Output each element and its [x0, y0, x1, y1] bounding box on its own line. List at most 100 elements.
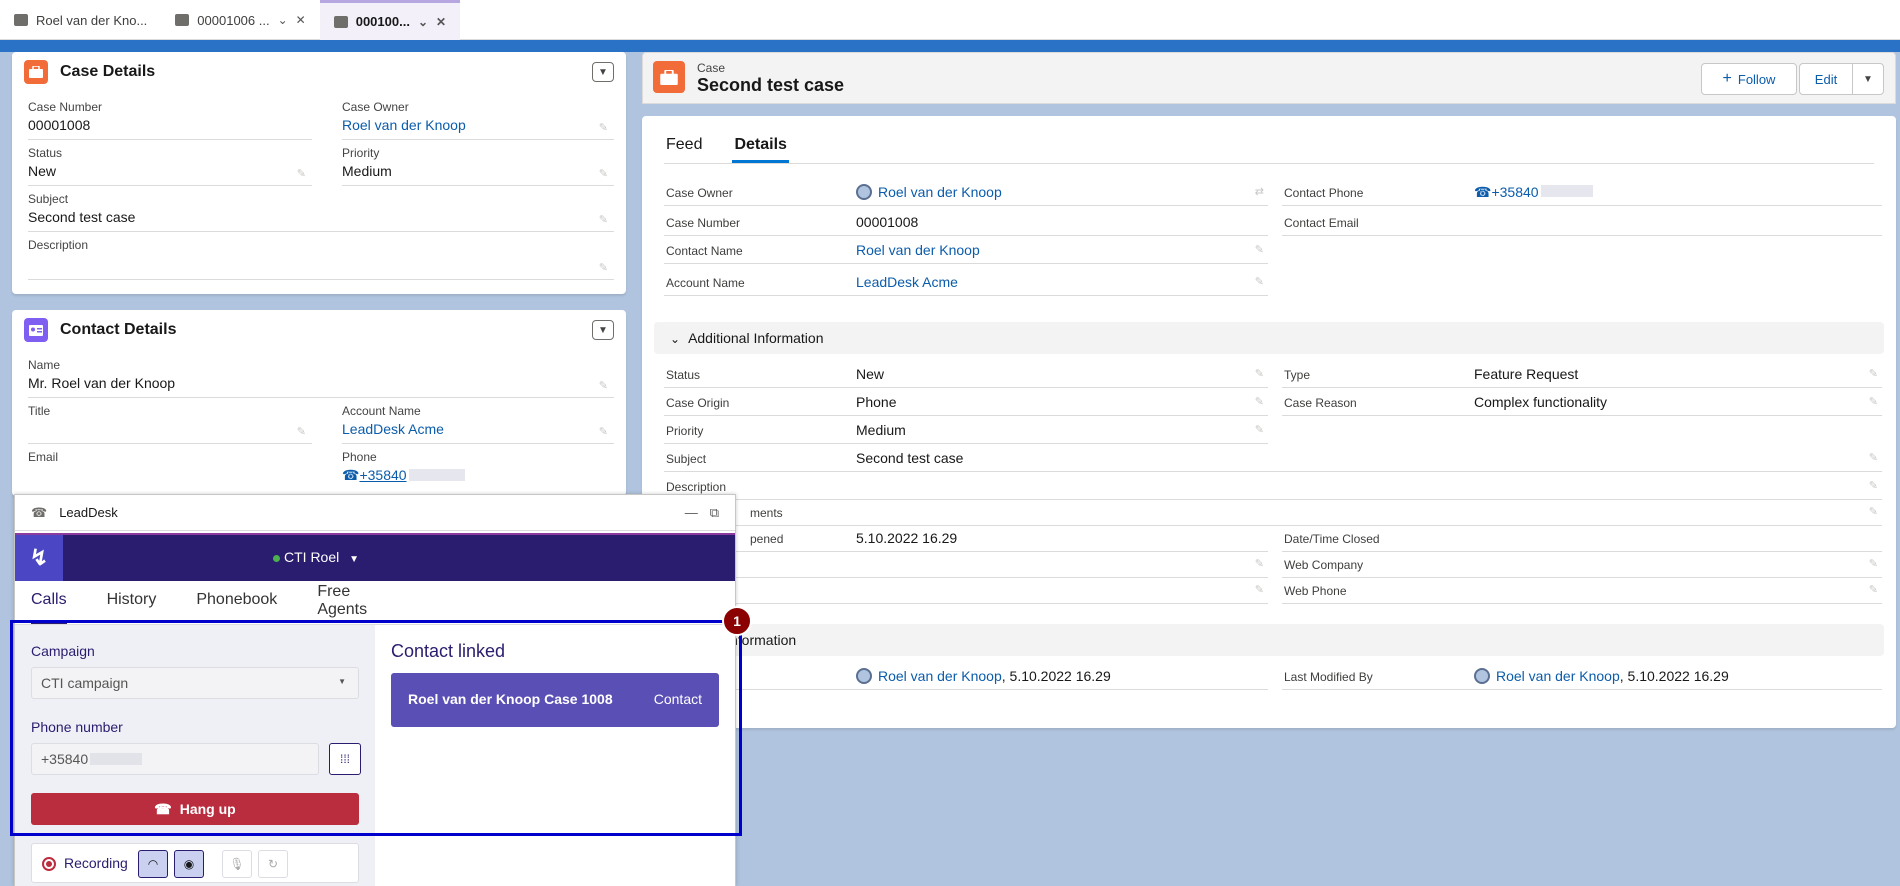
pencil-icon[interactable]: ✎ [1869, 451, 1878, 464]
row-value: Complex functionality [1474, 394, 1608, 410]
pencil-icon[interactable]: ✎ [1869, 557, 1878, 570]
pencil-icon[interactable]: ✎ [599, 261, 608, 274]
status-field: Status New ✎ [28, 146, 312, 186]
pencil-icon[interactable]: ✎ [1869, 479, 1878, 492]
phone-link[interactable]: ☎+35840 [342, 467, 614, 484]
record-object-label: Case [697, 61, 726, 75]
record-details-panel: Feed Details Case Owner Roel van der Kno… [642, 116, 1896, 728]
row-label: ments [750, 506, 783, 520]
annotation-highlight-box [10, 620, 742, 836]
row-label: Status [666, 368, 701, 382]
pencil-icon[interactable]: ✎ [1869, 395, 1878, 408]
agent-status-dropdown[interactable]: CTI Roel ▼ [273, 549, 359, 565]
field-value: New [28, 163, 57, 179]
tab-phonebook[interactable]: Phonebook [196, 581, 277, 624]
phone-icon: ☎ [31, 504, 48, 520]
pencil-icon[interactable]: ✎ [297, 167, 306, 180]
tab-label: Roel van der Kno... [36, 12, 148, 28]
case-owner-link[interactable]: Roel van der Knoop [856, 184, 1002, 200]
minimize-icon[interactable]: — [685, 505, 698, 520]
tab-details[interactable]: Details [732, 128, 789, 163]
phone-icon: ☎ [1474, 184, 1492, 200]
created-by-link[interactable]: Roel van der Knoop [878, 668, 1002, 684]
chevron-down-icon[interactable]: ⌄ [278, 13, 288, 27]
case-owner-link[interactable]: Roel van der Knoop [342, 117, 614, 133]
section-title: Additional Information [688, 330, 824, 346]
detail-row-contact-phone: Contact Phone ☎+35840 [1282, 180, 1882, 206]
pencil-icon[interactable]: ✎ [1869, 367, 1878, 380]
account-link[interactable]: LeadDesk Acme [342, 421, 614, 437]
tab-feed[interactable]: Feed [664, 128, 704, 163]
detail-row-web-phone: Web Phone ✎ [1282, 578, 1882, 604]
system-info-section[interactable]: nformation [654, 624, 1884, 656]
tab-case-1006[interactable]: 00001006 ... ⌄ ✕ [161, 0, 319, 40]
pencil-icon[interactable]: ✎ [599, 167, 608, 180]
pencil-icon[interactable]: ✎ [1255, 275, 1264, 288]
close-icon[interactable]: ✕ [296, 13, 306, 27]
detail-row-description: Description ✎ [664, 474, 1882, 500]
transfer-call-icon[interactable]: ↻ [258, 850, 288, 878]
chevron-down-icon: ▼ [1863, 73, 1873, 85]
last-modified-link[interactable]: Roel van der Knoop [1496, 668, 1620, 684]
pencil-icon[interactable]: ✎ [599, 121, 608, 134]
plus-icon: + [1722, 70, 1732, 87]
account-name-link[interactable]: LeadDesk Acme [856, 274, 958, 290]
field-label: Phone [342, 450, 377, 464]
record-title: Second test case [697, 75, 845, 95]
briefcase-icon [24, 60, 48, 84]
detail-row-comments: ments ✎ [664, 500, 1882, 526]
tab-case-1008[interactable]: 000100... ⌄ ✕ [319, 0, 461, 40]
pencil-icon[interactable]: ✎ [599, 213, 608, 226]
last-modified-value: Roel van der Knoop, 5.10.2022 16.29 [1474, 668, 1729, 684]
additional-info-section[interactable]: ⌄ Additional Information [654, 322, 1884, 354]
tab-history[interactable]: History [107, 581, 157, 624]
email-field: Email [28, 450, 312, 490]
tab-free-agents[interactable]: Free Agents [317, 581, 377, 624]
pencil-icon[interactable]: ✎ [297, 425, 306, 438]
popout-icon[interactable]: ⧉ [710, 505, 719, 521]
pencil-icon[interactable]: ✎ [1255, 367, 1264, 380]
more-actions-button[interactable]: ▼ [1852, 63, 1884, 95]
tab-contact[interactable]: Roel van der Kno... [0, 0, 161, 40]
detail-row-contact-email: Contact Email [1282, 210, 1882, 236]
change-owner-icon[interactable]: ⇄ [1255, 185, 1264, 198]
field-value: 00001008 [28, 117, 91, 133]
row-label: Contact Phone [1284, 186, 1364, 200]
pencil-icon[interactable]: ✎ [1255, 395, 1264, 408]
headset-icon[interactable]: ◠ [138, 850, 168, 878]
microphone-icon[interactable]: 🎙︎ [222, 850, 252, 878]
close-icon[interactable]: ✕ [436, 15, 446, 29]
contact-name-link[interactable]: Roel van der Knoop [856, 242, 980, 258]
row-label: Case Owner [666, 186, 733, 200]
case-owner-field: Case Owner Roel van der Knoop ✎ [342, 100, 614, 140]
row-label: Web Phone [1284, 584, 1347, 598]
pencil-icon[interactable]: ✎ [599, 379, 608, 392]
redacted-block [408, 469, 465, 481]
detail-row-date-closed: Date/Time Closed [1282, 526, 1882, 552]
pencil-icon[interactable]: ✎ [1869, 505, 1878, 518]
softphone-title: LeadDesk [59, 505, 118, 520]
chevron-down-icon[interactable]: ▼ [592, 62, 614, 82]
contact-phone-link[interactable]: ☎+35840 [1474, 184, 1593, 201]
pencil-icon[interactable]: ✎ [1255, 557, 1264, 570]
pencil-icon[interactable]: ✎ [1255, 583, 1264, 596]
row-label: Date/Time Closed [1284, 532, 1380, 546]
field-label: Status [28, 146, 63, 160]
pencil-icon[interactable]: ✎ [599, 425, 608, 438]
row-label: Type [1284, 368, 1311, 382]
tab-calls[interactable]: Calls [31, 581, 67, 624]
field-label: Account Name [342, 404, 421, 418]
follow-button[interactable]: + Follow [1701, 63, 1797, 95]
chevron-down-icon[interactable]: ▼ [592, 320, 614, 340]
pencil-icon[interactable]: ✎ [1869, 583, 1878, 596]
detail-row-last-modified: Last Modified By Roel van der Knoop, 5.1… [1282, 664, 1882, 690]
field-label: Title [28, 404, 51, 418]
row-value: Phone [856, 394, 897, 410]
edit-button[interactable]: Edit [1799, 63, 1853, 95]
pencil-icon[interactable]: ✎ [1255, 423, 1264, 436]
chevron-down-icon[interactable]: ⌄ [418, 15, 428, 29]
pencil-icon[interactable]: ✎ [1255, 243, 1264, 256]
speaker-icon[interactable]: ◉ [174, 850, 204, 878]
detail-row-case-number: Case Number 00001008 [664, 210, 1268, 236]
record-tabs: Feed Details [664, 128, 1874, 164]
